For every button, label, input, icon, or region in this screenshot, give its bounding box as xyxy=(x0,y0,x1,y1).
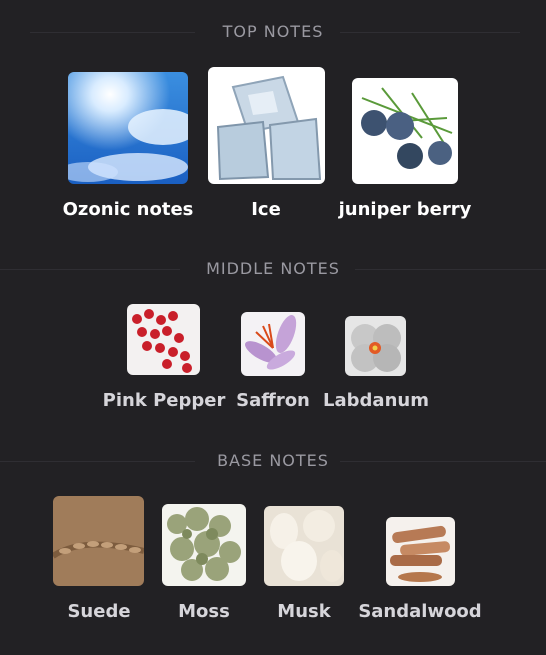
note-label-moss: Moss xyxy=(178,601,230,622)
pink-pepper-icon[interactable] xyxy=(127,304,200,375)
note-label-saffron: Saffron xyxy=(236,390,310,411)
sandalwood-sticks-icon[interactable] xyxy=(386,517,455,586)
note-label-sandalwood: Sandalwood xyxy=(358,601,482,622)
juniper-berry-icon[interactable] xyxy=(352,78,458,184)
note-label-labdanum: Labdanum xyxy=(323,390,429,411)
top-notes-title: TOP NOTES xyxy=(222,22,324,41)
base-notes-header: BASE NOTES xyxy=(0,449,546,473)
middle-notes-header: MIDDLE NOTES xyxy=(0,257,546,281)
musk-fur-icon[interactable] xyxy=(264,506,344,586)
note-label-ice: Ice xyxy=(251,199,281,220)
top-notes-header: TOP NOTES xyxy=(0,20,546,44)
note-label-suede: Suede xyxy=(67,601,131,622)
suede-leather-icon[interactable] xyxy=(53,496,144,586)
note-label-ozonic: Ozonic notes xyxy=(62,199,194,220)
note-label-musk: Musk xyxy=(277,601,331,622)
note-label-pink-pepper: Pink Pepper xyxy=(102,390,226,411)
base-notes-title: BASE NOTES xyxy=(217,451,329,470)
sky-clouds-icon[interactable] xyxy=(68,72,188,184)
labdanum-flower-icon[interactable] xyxy=(345,316,406,376)
moss-icon[interactable] xyxy=(162,504,246,586)
saffron-flower-icon[interactable] xyxy=(241,312,305,376)
ice-cubes-icon[interactable] xyxy=(208,67,325,184)
middle-notes-title: MIDDLE NOTES xyxy=(206,259,340,278)
note-label-juniper-berry: juniper berry xyxy=(338,199,472,220)
